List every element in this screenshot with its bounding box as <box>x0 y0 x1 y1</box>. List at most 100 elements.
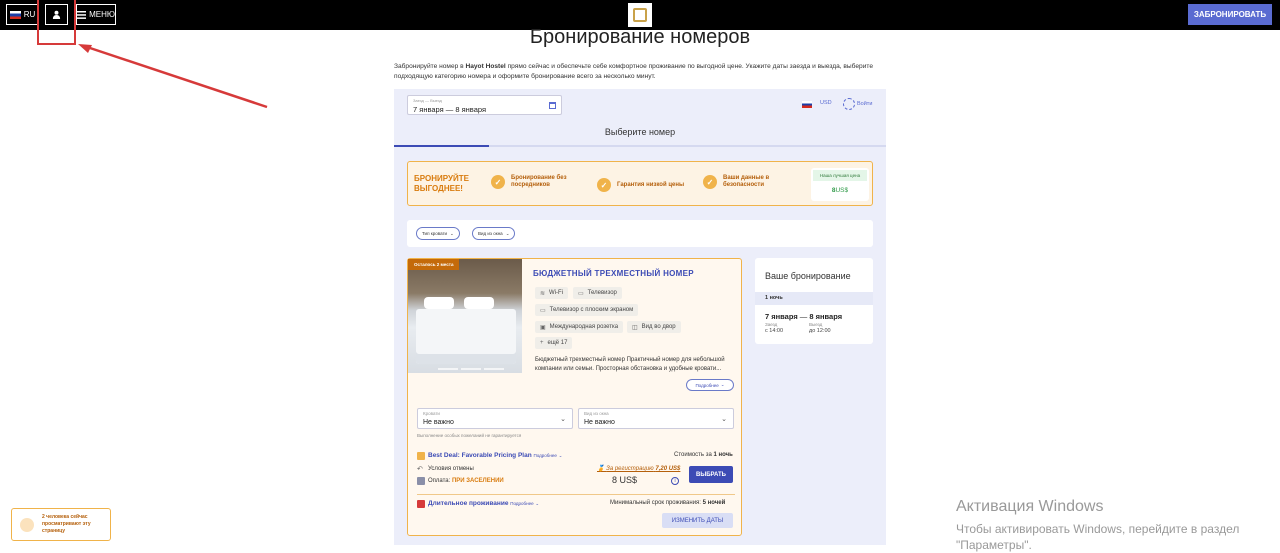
login-link[interactable]: Войти <box>843 98 872 110</box>
min-stay-label: Минимальный срок проживания: <box>610 500 701 506</box>
booking-date-from: 7 января <box>765 312 798 321</box>
chevron-down-icon: ⌄ <box>450 230 454 236</box>
chevron-down-icon: ⌄ <box>535 501 540 506</box>
room-details-label: Подробнее <box>695 382 719 388</box>
bed-select-value: Не важно <box>423 419 454 426</box>
booking-summary: Ваше бронирование 1 ночь 7 января — 8 ян… <box>755 258 873 344</box>
promo-item: ✓ Гарантия низкой цены <box>597 178 684 192</box>
change-dates-button[interactable]: ИЗМЕНИТЬ ДАТЫ <box>662 513 733 528</box>
intro-text: Забронируйте номер в Hayot Hostel прямо … <box>394 62 886 82</box>
deal-icon <box>417 452 425 460</box>
rate-plan-more: Подробнее <box>533 453 557 458</box>
amenity-chip: ▣ Международная розетка <box>535 321 624 333</box>
view-select-value: Не важно <box>584 419 615 426</box>
amenity-label: Международная розетка <box>549 324 619 330</box>
filter-bed-type[interactable]: Тип кровати ⌄ <box>416 227 460 240</box>
photo-carousel-dots[interactable] <box>438 368 504 370</box>
rate-plan-name: Best Deal: Favorable Pricing Plan <box>428 452 532 459</box>
long-stay-more: Подробнее <box>510 501 534 506</box>
intro-part: Забронируйте номер в <box>394 63 466 70</box>
people-icon <box>20 518 34 532</box>
wifi-icon: ≋ <box>540 290 546 297</box>
best-price-box: Наша лучшая цена 8US$ <box>811 168 869 201</box>
cancel-terms-link[interactable]: Условия отмены <box>428 466 474 472</box>
filters-bar: Тип кровати ⌄ Вид из окна ⌄ <box>407 220 873 247</box>
promo-item: ✓ Ваши данные в безопасности <box>703 175 788 189</box>
room-photo[interactable]: Осталось 2 места <box>408 259 522 373</box>
long-stay-name: Длительное проживание <box>428 500 509 507</box>
best-price-label: Наша лучшая цена <box>813 170 867 181</box>
dates-value: 7 января — 8 января <box>413 105 487 114</box>
requests-note: Выполнение особых пожеланий не гарантиру… <box>417 433 522 438</box>
logo-mark-icon <box>633 8 647 22</box>
availability-badge: Осталось 2 места <box>408 259 460 270</box>
amenity-chip: ▭ Телевизор с плоским экраном <box>535 304 639 316</box>
registration-price-value: 7,20 US$ <box>655 466 681 472</box>
pillow-shape <box>424 297 454 309</box>
view-select-label: Вид из окна <box>584 411 609 416</box>
amenity-chip: ≋ Wi-Fi <box>535 287 569 299</box>
bed-shape <box>416 309 516 364</box>
windows-watermark-text: Чтобы активировать Windows, перейдите в … <box>956 521 1239 553</box>
payment-value: ПРИ ЗАСЕЛЕНИИ <box>451 478 504 484</box>
long-stay-link[interactable]: Длительное проживание Подробнее ⌄ <box>428 500 539 507</box>
amenity-chip: ◫ Вид во двор <box>627 321 681 333</box>
chevron-down-icon: ⌄ <box>560 416 566 423</box>
filter-bed-type-label: Тип кровати <box>422 231 448 236</box>
min-stay-value: 5 ночей <box>702 500 726 506</box>
currency-selector[interactable]: USD <box>820 100 832 106</box>
book-button[interactable]: ЗАБРОНИРОВАТЬ <box>1188 4 1272 25</box>
cost-label: Стоимость за 1 ночь <box>674 452 733 458</box>
payment-info: Оплата: ПРИ ЗАСЕЛЕНИИ <box>428 478 504 484</box>
amenity-label: Вид во двор <box>641 324 676 330</box>
booking-dates: 7 января — 8 января <box>765 312 843 321</box>
page-title: Бронирование номеров <box>529 26 751 48</box>
widget-header: Заезд — Выезд 7 января — 8 января USD Во… <box>394 89 886 147</box>
chevron-down-icon: ⌄ <box>720 382 725 387</box>
promo-item-label: Бронирование без посредников <box>511 175 567 188</box>
registration-label: За регистрацию <box>606 466 654 472</box>
more-amenities-chip[interactable]: + ещё 17 <box>535 337 573 349</box>
checkin-info: Заезд с 14:00 <box>765 322 783 334</box>
watermark-line: "Параметры". <box>956 538 1032 552</box>
cost-label-text: Стоимость за <box>674 452 712 458</box>
promo-item-label: Гарантия низкой цены <box>617 181 685 188</box>
tab-progress-active <box>394 145 489 147</box>
rate-plan-link[interactable]: Best Deal: Favorable Pricing Plan Подроб… <box>428 452 562 459</box>
checkin-time: с 14:00 <box>765 328 784 334</box>
intro-hotel-name: Hayot Hostel <box>465 63 506 70</box>
login-label: Войти <box>857 101 873 107</box>
booking-summary-title: Ваше бронирование <box>765 271 851 281</box>
payment-label: Оплата: <box>428 478 451 484</box>
room-description: Бюджетный трехместный номер Практичный н… <box>535 357 725 372</box>
checkout-time: до 12:00 <box>809 328 831 334</box>
choose-room-tab[interactable]: Выберите номер <box>394 119 886 137</box>
socket-icon: ▣ <box>540 324 546 331</box>
chevron-down-icon: ⌄ <box>721 416 727 423</box>
view-select[interactable]: Вид из окна Не важно ⌄ <box>578 408 734 429</box>
room-price: 8 US$ <box>612 475 638 485</box>
booking-widget: Заезд — Выезд 7 января — 8 января USD Во… <box>394 89 886 545</box>
bed-select[interactable]: Кровати Не важно ⌄ <box>417 408 573 429</box>
filter-window-view[interactable]: Вид из окна ⌄ <box>472 227 516 240</box>
min-stay-info: Минимальный срок проживания: 5 ночей <box>610 500 725 506</box>
hotel-logo[interactable] <box>628 3 652 27</box>
annotation-arrow-icon <box>78 44 268 109</box>
promo-headline: БРОНИРУЙТЕ ВЫГОДНЕЕ! <box>414 174 469 193</box>
room-title[interactable]: БЮДЖЕТНЫЙ ТРЕХМЕСТНЫЙ НОМЕР <box>533 269 694 278</box>
filter-window-view-label: Вид из окна <box>478 231 503 236</box>
language-flag-icon[interactable] <box>802 101 812 108</box>
promo-item: ✓ Бронирование без посредников <box>491 175 576 189</box>
dates-label: Заезд — Выезд <box>413 98 442 103</box>
registration-price[interactable]: 🏅 За регистрацию 7,20 US$ <box>597 465 680 472</box>
tv-icon: ▭ <box>578 290 584 297</box>
dates-picker[interactable]: Заезд — Выезд 7 января — 8 января <box>407 95 562 115</box>
cancel-arrow-icon: ↶ <box>417 466 423 473</box>
room-details-button[interactable]: Подробнее ⌄ <box>686 379 734 391</box>
cost-nights: 1 ночь <box>713 452 733 458</box>
select-room-button[interactable]: ВЫБРАТЬ <box>689 466 733 483</box>
info-icon[interactable]: i <box>671 477 679 485</box>
viewers-notification[interactable]: 2 человека сейчас просматривают эту стра… <box>11 508 111 541</box>
amenity-label: Wi-Fi <box>549 290 564 296</box>
long-stay-icon <box>417 500 425 508</box>
